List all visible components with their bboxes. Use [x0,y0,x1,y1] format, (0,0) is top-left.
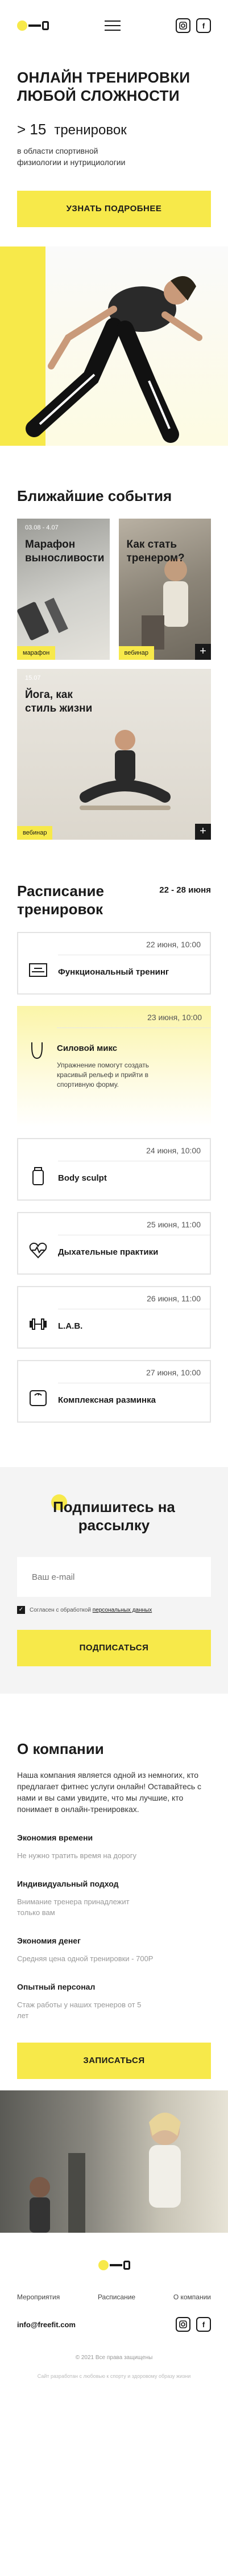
subscribe-title: Подпишитесь на рассылку [53,1498,175,1534]
schedule-description: Упражнение помогут создать красивый рель… [57,1061,149,1088]
footer-email[interactable]: info@freefit.com [17,2320,76,2329]
jump-rope-icon [31,1042,43,1059]
feature-text: Не нужно тратить время на дорогу [17,1851,136,1860]
event-title: Йога, как стиль жизни [25,689,93,714]
hero-stat: > 15 тренировок [17,121,211,138]
social-links: f [176,18,211,33]
dumbbell-rack-icon [29,963,47,977]
footer-socials: f [176,2317,211,2332]
schedule-datetime: 24 июня, 10:00 [146,1146,201,1155]
event-tag: вебинар [118,646,154,660]
schedule-card[interactable]: 23 июня, 10:00 Силовой микс Упражнение п… [17,1006,211,1127]
schedule-name: Комплексная разминка [58,1395,156,1405]
feature-title: Опытный персонал [17,1982,96,1991]
plus-icon[interactable]: + [195,824,211,840]
feature-title: Экономия денег [17,1936,81,1945]
plus-icon[interactable]: + [195,644,211,660]
schedule-header: Расписание тренировок 22 - 28 июня [0,882,228,918]
event-date: 15.07 [25,675,41,681]
hero-stat-text: тренировок [54,122,127,138]
instagram-icon[interactable] [176,18,190,33]
feature-item: Индивидуальный подход Внимание тренера п… [17,1879,211,1918]
gym-photo [0,2090,228,2233]
feature-text: Внимание тренера принадлежит только вам [17,1897,130,1917]
schedule-name: Силовой микс [57,1043,118,1053]
events-grid: 03.08 - 4.07 Марафон выносливости марафо… [0,519,228,840]
events-section: Ближайшие события 03.08 - 4.07 Марафон в… [0,487,228,840]
sign-up-button[interactable]: ЗАПИСАТЬСЯ [17,2043,211,2079]
footer-logo-icon[interactable] [17,2260,211,2270]
schedule-name: L.A.B. [58,1321,83,1331]
schedule-datetime: 25 июня, 11:00 [147,1220,201,1229]
footer-nav: Мероприятия Расписание О компании [17,2293,211,2301]
feature-title: Индивидуальный подход [17,1879,119,1888]
email-field[interactable] [17,1557,211,1597]
schedule-title: Расписание тренировок [17,882,104,918]
schedule-section: Расписание тренировок 22 - 28 июня 22 ию… [0,882,228,1423]
consent-checkbox[interactable]: ✓ [17,1606,25,1614]
event-card[interactable]: Как стать тренером? вебинар + [118,519,211,660]
facebook-icon[interactable]: f [196,18,211,33]
heart-pulse-icon [29,1242,47,1259]
scale-icon [30,1390,47,1406]
schedule-card[interactable]: 24 июня, 10:00 Body sculpt [17,1138,211,1201]
logo-dumbbell-icon[interactable] [17,20,49,31]
event-card[interactable]: 15.07 Йога, как стиль жизни вебинар + [17,669,211,840]
schedule-name: Функциональный тренинг [58,967,169,977]
event-tag: вебинар [17,826,53,840]
schedule-card[interactable]: 27 июня, 10:00 Комплексная разминка [17,1360,211,1423]
schedule-datetime: 23 июня, 10:00 [147,1013,202,1022]
copyright: © 2021 Все права защищены [75,2355,153,2361]
consent-row: ✓ Согласен с обработкой персональных дан… [17,1606,211,1614]
footer-link-events[interactable]: Мероприятия [17,2293,60,2301]
subscribe-section: Подпишитесь на рассылку ✓ Согласен с обр… [0,1467,228,1694]
learn-more-button[interactable]: УЗНАТЬ ПОДРОБНЕЕ [17,191,211,227]
about-section: О компании Наша компания является одной … [0,1740,228,2079]
feature-item: Экономия денег Средняя цена одной тренир… [17,1936,211,1964]
hero-title: ОНЛАЙН ТРЕНИРОВКИ ЛЮБОЙ СЛОЖНОСТИ [17,69,190,104]
schedule-datetime: 22 июня, 10:00 [146,940,201,949]
schedule-range[interactable]: 22 - 28 июня [159,885,211,895]
footer-link-about[interactable]: О компании [173,2293,211,2301]
instagram-icon[interactable] [176,2317,190,2332]
header: f [0,0,228,51]
schedule-name: Body sculpt [58,1173,107,1183]
subscribe-button[interactable]: ПОДПИСАТЬСЯ [17,1630,211,1666]
feature-item: Экономия времени Не нужно тратить время … [17,1833,211,1861]
menu-icon[interactable] [104,20,121,31]
schedule-datetime: 27 июня, 10:00 [146,1368,201,1377]
footer-link-schedule[interactable]: Расписание [98,2293,135,2301]
feature-text: Стаж работы у наших тренеров от 5 лет [17,2000,142,2020]
schedule-name: Дыхательные практики [58,1247,159,1257]
schedule-card[interactable]: 25 июня, 11:00 Дыхательные практики [17,1212,211,1275]
footer: Мероприятия Расписание О компании info@f… [0,2233,228,2379]
event-title: Как стать тренером? [126,539,185,564]
events-title: Ближайшие события [17,487,172,504]
facebook-icon[interactable]: f [196,2317,211,2332]
hero-subtitle: в области спортивной физиологии и нутриц… [17,146,126,167]
schedule-list: 22 июня, 10:00 Функциональный тренинг 23… [0,932,228,1423]
feature-title: Экономия времени [17,1833,93,1842]
feature-text: Средняя цена одной тренировки - 700Р [17,1954,154,1963]
water-bottle-icon [32,1167,44,1185]
dumbbell-icon [30,1318,47,1330]
event-date: 03.08 - 4.07 [25,524,59,531]
hero-stat-number: > 15 [17,121,47,138]
schedule-card[interactable]: 22 июня, 10:00 Функциональный тренинг [17,932,211,995]
feature-item: Опытный персонал Стаж работы у наших тре… [17,1982,211,2021]
hero: ОНЛАЙН ТРЕНИРОВКИ ЛЮБОЙ СЛОЖНОСТИ > 15 т… [0,51,228,227]
consent-text: Согласен с обработкой персональных данны… [30,1607,152,1613]
schedule-datetime: 26 июня, 11:00 [147,1294,201,1303]
hero-image [0,246,228,446]
event-card[interactable]: 03.08 - 4.07 Марафон выносливости марафо… [17,519,110,660]
event-title: Марафон выносливости [25,539,105,564]
page: f ОНЛАЙН ТРЕНИРОВКИ ЛЮБОЙ СЛОЖНОСТИ > 15… [0,0,228,2576]
about-intro: Наша компания является одной из немногих… [17,1770,202,1814]
about-title: О компании [17,1740,104,1757]
schedule-card[interactable]: 26 июня, 11:00 L.A.B. [17,1286,211,1349]
footer-contact-row: info@freefit.com f [17,2317,211,2332]
event-tag: марафон [17,646,56,660]
footer-note: Сайт разработан с любовью к спорту и здо… [37,2373,191,2379]
consent-link[interactable]: персональных данных [93,1607,152,1613]
